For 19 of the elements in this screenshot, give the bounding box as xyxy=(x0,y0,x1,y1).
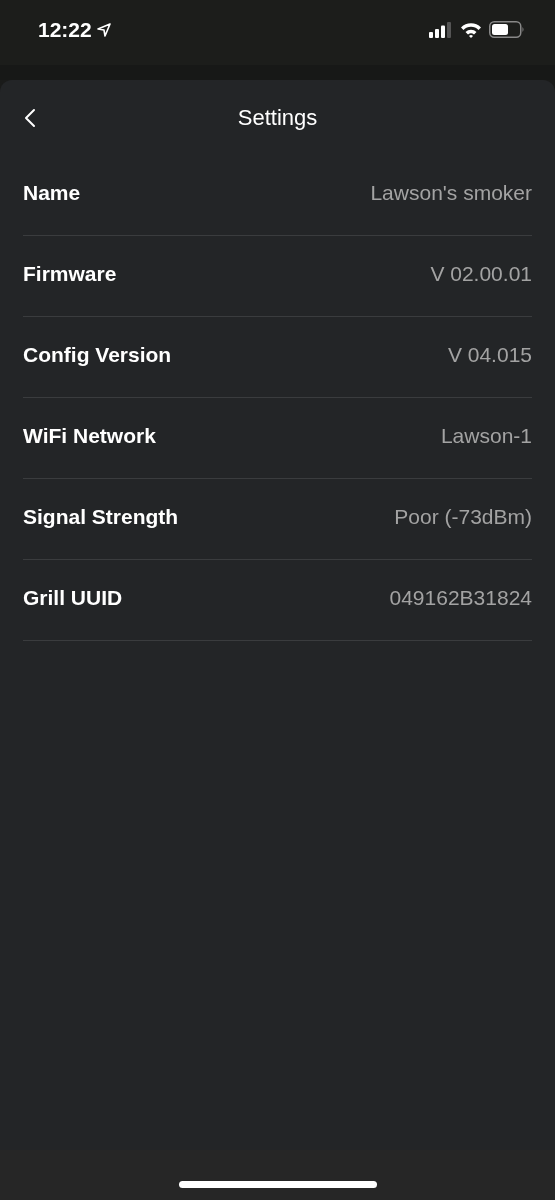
setting-label: Grill UUID xyxy=(23,586,123,610)
setting-label: Signal Strength xyxy=(23,505,179,529)
setting-label: Name xyxy=(23,181,81,205)
setting-value: Lawson-1 xyxy=(440,424,532,448)
signal-icon xyxy=(429,21,453,38)
setting-value: Lawson's smoker xyxy=(370,181,532,205)
setting-label: Firmware xyxy=(23,262,117,286)
setting-label: Config Version xyxy=(23,343,172,367)
setting-value: Poor (-73dBm) xyxy=(394,505,532,529)
page-title: Settings xyxy=(237,104,318,131)
setting-value: 049162B31824 xyxy=(389,586,532,610)
setting-label: WiFi Network xyxy=(23,424,156,448)
setting-value: V 04.015 xyxy=(447,343,532,367)
back-icon xyxy=(24,108,36,128)
battery-icon xyxy=(489,21,525,38)
wifi-icon xyxy=(460,21,482,38)
setting-value: V 02.00.01 xyxy=(430,262,532,286)
status-time: 12:22 xyxy=(38,17,92,42)
location-arrow-icon xyxy=(96,22,111,37)
